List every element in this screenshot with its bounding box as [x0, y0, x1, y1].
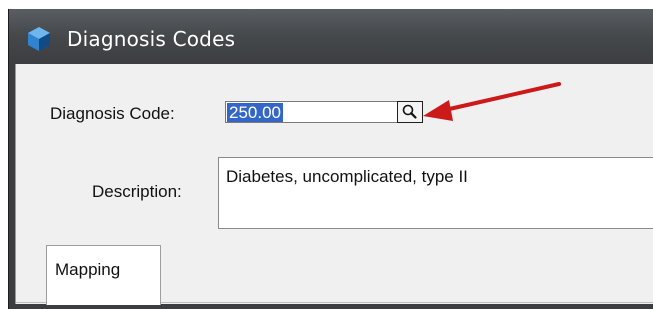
window-title: Diagnosis Codes — [67, 27, 236, 51]
diagnosis-codes-window: Diagnosis Codes Diagnosis Code: 250.00 D… — [8, 9, 653, 309]
description-label: Description: — [92, 182, 182, 201]
background-strip — [0, 0, 653, 9]
tab-mapping-label: Mapping — [55, 260, 121, 279]
tab-mapping[interactable]: Mapping — [46, 245, 161, 305]
diagnosis-code-value[interactable]: 250.00 — [227, 103, 283, 122]
description-field[interactable]: Diabetes, uncomplicated, type II — [218, 157, 653, 229]
description-value[interactable]: Diabetes, uncomplicated, type II — [226, 167, 468, 187]
app-gem-icon — [28, 27, 50, 51]
diagnosis-code-label: Diagnosis Code: — [50, 104, 175, 123]
annotation-arrow — [423, 82, 561, 121]
diagnosis-code-input[interactable]: 250.00 — [225, 101, 397, 123]
title-bar: Diagnosis Codes — [9, 9, 653, 64]
